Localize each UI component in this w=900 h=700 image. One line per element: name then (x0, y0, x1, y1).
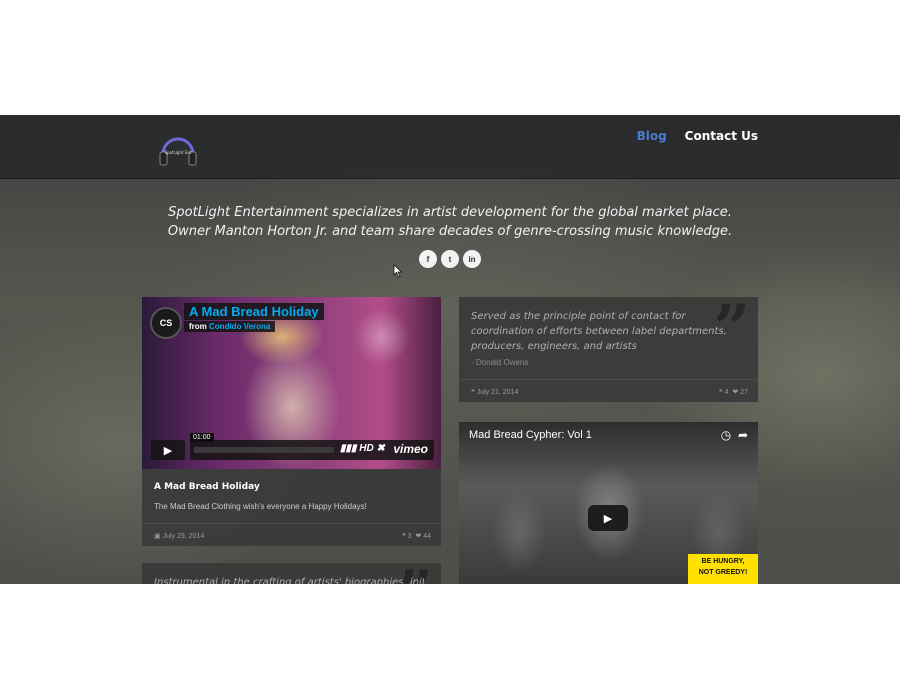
vimeo-time-label: 01:00 (190, 433, 214, 442)
quote-text: Instrumental in the crafting of artists'… (154, 577, 424, 584)
image-icon: ▣ (154, 533, 161, 540)
quote-post-card: ” Served as the principle point of conta… (459, 291, 758, 403)
mouse-cursor-icon (393, 264, 403, 278)
comment-count: 3 (407, 533, 412, 540)
vimeo-player[interactable]: CS A Mad Bread Holiday from Condido Vero… (142, 297, 441, 469)
badge-line-2: NOT GREEDY! (698, 569, 748, 576)
like-count: 27 (740, 389, 748, 396)
post-footer: ❝ July 21, 2014 ❝ 4 ❤ 27 (459, 379, 758, 403)
vimeo-video-title[interactable]: A Mad Bread Holiday (184, 303, 324, 320)
clock-icon[interactable]: ◷ (721, 428, 731, 442)
vimeo-progress-track[interactable]: 01:00 (190, 433, 334, 453)
volume-icon[interactable]: ▮▮▮ (340, 443, 359, 454)
youtube-header-icons: ◷ ➦ (721, 428, 748, 442)
hd-label: HD (359, 443, 374, 454)
vimeo-author-link[interactable]: Condido Verona (209, 322, 270, 331)
fullscreen-icon[interactable]: ✖ (377, 443, 385, 454)
be-hungry-badge: BE HUNGRY, NOT GREEDY! (688, 554, 758, 584)
post-footer: ▣ July 29, 2014 ❝ 3 ❤ 44 (142, 523, 441, 547)
comment-count: 4 (724, 389, 729, 396)
youtube-post-card: Mad Bread Cypher: Vol 1 ◷ ➦ ▶ BE HUNGRY,… (459, 422, 758, 584)
comment-icon[interactable]: ❝ (719, 389, 723, 396)
post-date: July 29, 2014 (162, 533, 205, 540)
vimeo-avatar[interactable]: CS (150, 307, 182, 339)
comment-icon[interactable]: ❝ (402, 533, 406, 540)
play-icon[interactable]: ▶ (151, 440, 185, 460)
post-title[interactable]: A Mad Bread Holiday (154, 482, 260, 492)
quote-text: Served as the principle point of contact… (471, 311, 727, 352)
twitter-icon[interactable]: t (441, 250, 459, 268)
quote-icon: ❝ (471, 389, 475, 396)
hd-toggle[interactable]: ▮▮▮ HD ✖ (340, 443, 385, 454)
vimeo-control-bar: 01:00 ▮▮▮ HD ✖ vimeo (190, 433, 434, 460)
vimeo-byline: from Condido Verona (184, 321, 276, 332)
main-nav: Blog Contact Us (637, 129, 758, 143)
like-count: 44 (423, 533, 431, 540)
youtube-video-title[interactable]: Mad Bread Cypher: Vol 1 (469, 429, 592, 441)
video-post-card: CS A Mad Bread Holiday from Condido Vero… (142, 297, 441, 546)
share-icon[interactable]: ➦ (738, 428, 748, 442)
vimeo-from-prefix: from (189, 322, 207, 331)
post-meta: ▣ July 29, 2014 (154, 532, 204, 540)
post-date: July 21, 2014 (476, 389, 519, 396)
play-icon[interactable]: ▶ (588, 505, 628, 531)
social-links: f t in (419, 250, 481, 268)
vimeo-logo[interactable]: vimeo (393, 442, 428, 456)
spotlight-logo[interactable]: SpotLight Ent (157, 132, 199, 172)
logo-text: SpotLight Ent (165, 150, 192, 155)
post-stats: ❝ 4 ❤ 27 (719, 388, 748, 396)
hero-tagline: SpotLight Entertainment specializes in a… (167, 205, 733, 239)
badge-line-1: BE HUNGRY, (701, 558, 745, 565)
quote-author: - Donald Owens (471, 358, 529, 367)
linkedin-icon[interactable]: in (463, 250, 481, 268)
youtube-player[interactable]: Mad Bread Cypher: Vol 1 ◷ ➦ ▶ BE HUNGRY,… (459, 422, 758, 584)
site-viewport: SpotLight Ent Blog Contact Us SpotLight … (0, 115, 900, 584)
nav-item-contact-us[interactable]: Contact Us (685, 129, 758, 143)
quote-post-card-partial: ” Instrumental in the crafting of artist… (142, 557, 441, 584)
post-meta: ❝ July 21, 2014 (471, 388, 518, 396)
facebook-icon[interactable]: f (419, 250, 437, 268)
heart-icon[interactable]: ❤ (732, 389, 738, 396)
post-stats: ❝ 3 ❤ 44 (402, 532, 431, 540)
heart-icon[interactable]: ❤ (415, 533, 421, 540)
post-description: The Mad Bread Clothing wish's everyone a… (154, 502, 367, 511)
top-navigation-bar: SpotLight Ent Blog Contact Us (0, 115, 900, 179)
nav-item-blog[interactable]: Blog (637, 129, 667, 143)
